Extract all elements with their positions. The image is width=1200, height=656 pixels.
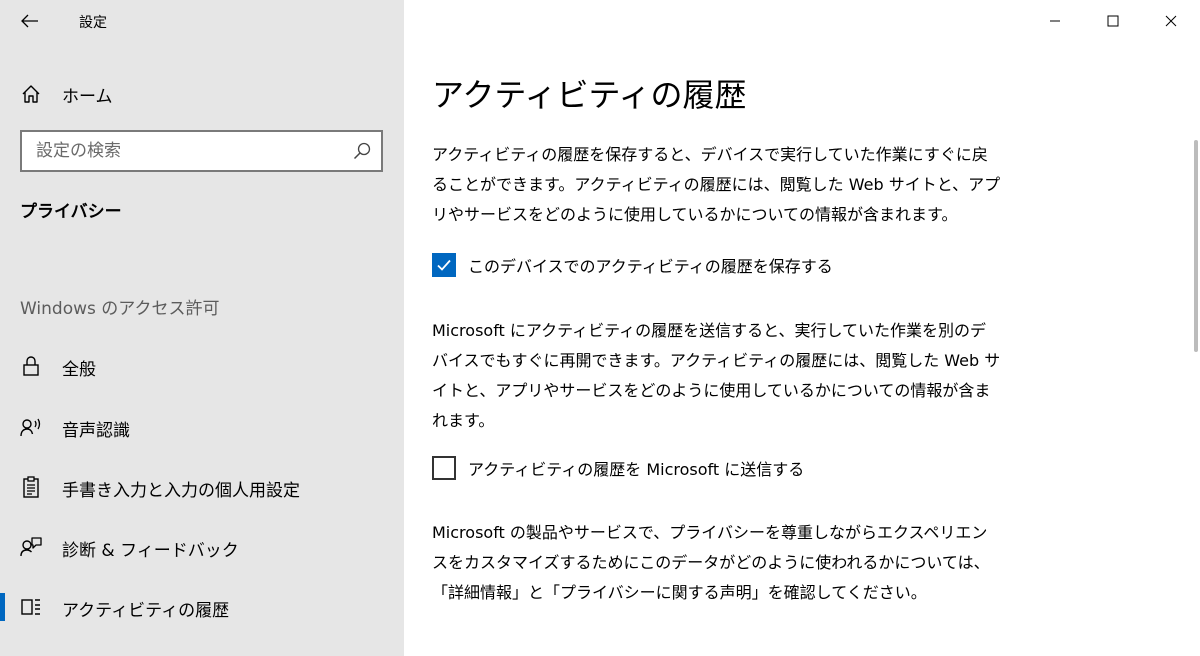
sidebar-item-label: 診断 & フィードバック xyxy=(62,541,239,561)
checkbox-unchecked[interactable] xyxy=(432,456,456,480)
send-history-checkbox[interactable]: アクティビティの履歴を Microsoft に送信する xyxy=(432,453,804,483)
sidebar-item-label: アクティビティの履歴 xyxy=(62,601,230,621)
section-title: プライバシー xyxy=(20,202,122,222)
main-content: アクティビティの履歴 アクティビティの履歴を保存すると、デバイスで実行していた作… xyxy=(404,0,1200,656)
sidebar-item-label: 全般 xyxy=(62,360,96,380)
maximize-button[interactable] xyxy=(1084,0,1142,42)
checkbox-label: このデバイスでのアクティビティの履歴を保存する xyxy=(468,257,833,276)
lock-icon xyxy=(23,356,39,376)
clipboard-icon xyxy=(23,476,39,498)
app-title: 設定 xyxy=(79,15,107,31)
minimize-icon xyxy=(1050,20,1060,22)
checkmark-icon xyxy=(437,259,451,271)
search-box[interactable] xyxy=(20,130,383,172)
group-header: Windows のアクセス許可 xyxy=(20,299,220,319)
sidebar-item-inking[interactable]: 手書き入力と入力の個人用設定 xyxy=(0,465,404,509)
page-title: アクティビティの履歴 xyxy=(432,76,747,114)
selection-indicator xyxy=(0,593,5,621)
close-icon xyxy=(1165,15,1177,27)
save-history-checkbox[interactable]: このデバイスでのアクティビティの履歴を保存する xyxy=(432,250,833,280)
send-description-paragraph: Microsoft にアクティビティの履歴を送信すると、実行していた作業を別のデ… xyxy=(432,321,1001,430)
window-controls xyxy=(1026,0,1200,42)
checkbox-checked[interactable] xyxy=(432,253,456,277)
sidebar-item-general[interactable]: 全般 xyxy=(0,344,404,388)
search-icon[interactable] xyxy=(353,142,371,160)
sidebar: 設定 ホーム プライバシー Windows のアクセス許可 全般 音声認識 xyxy=(0,0,404,656)
sidebar-item-speech[interactable]: 音声認識 xyxy=(0,405,404,449)
back-arrow-icon xyxy=(21,14,38,28)
close-button[interactable] xyxy=(1142,0,1200,42)
description-paragraph: アクティビティの履歴を保存すると、デバイスで実行していた作業にすぐに戻ることがで… xyxy=(432,145,1001,224)
home-icon xyxy=(22,85,40,103)
minimize-button[interactable] xyxy=(1026,0,1084,42)
privacy-info-paragraph: Microsoft の製品やサービスで、プライバシーを尊重しながらエクスペリエン… xyxy=(432,523,990,602)
search-input[interactable] xyxy=(22,132,342,170)
sidebar-item-label: 音声認識 xyxy=(62,421,130,441)
scrollbar[interactable] xyxy=(1194,140,1198,352)
sidebar-item-home[interactable]: ホーム xyxy=(0,74,404,112)
back-button[interactable] xyxy=(14,6,46,36)
timeline-icon xyxy=(21,599,40,615)
feedback-icon xyxy=(20,537,42,557)
maximize-icon xyxy=(1107,15,1119,27)
sidebar-item-label: 手書き入力と入力の個人用設定 xyxy=(62,481,300,501)
speech-icon xyxy=(20,418,41,437)
checkbox-label: アクティビティの履歴を Microsoft に送信する xyxy=(468,460,805,479)
titlebar-left: 設定 xyxy=(0,0,404,42)
home-label: ホーム xyxy=(62,87,113,107)
sidebar-item-activity-history[interactable]: アクティビティの履歴 xyxy=(0,585,404,629)
sidebar-item-diagnostics[interactable]: 診断 & フィードバック xyxy=(0,525,404,569)
